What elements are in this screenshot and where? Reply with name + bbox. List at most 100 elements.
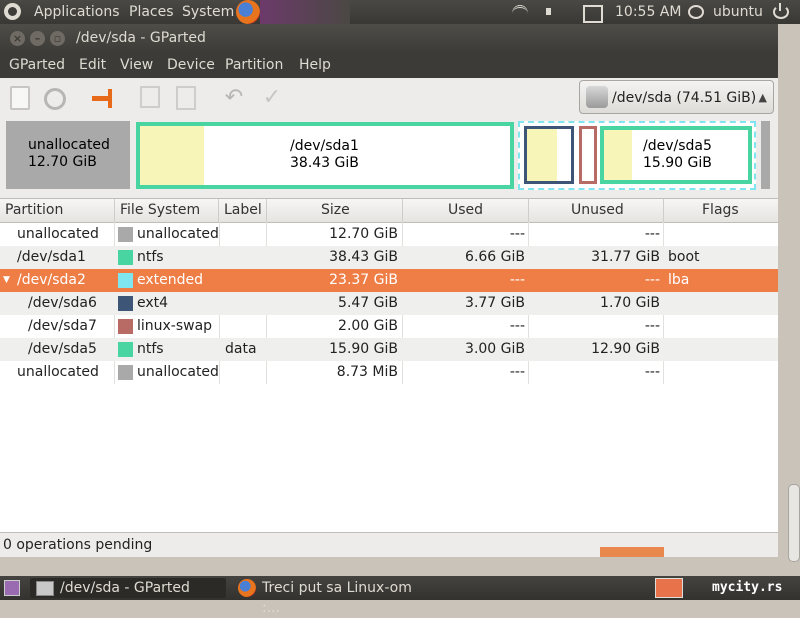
cell-unused: 31.77 GiB [591,249,660,265]
delete-icon[interactable] [44,88,66,110]
user-name[interactable]: ubuntu [713,0,763,24]
cell-filesystem: linux-swap [137,318,213,334]
table-row[interactable]: /dev/sda5 ntfs data 15.90 GiB 3.00 GiB 1… [0,338,778,361]
table-row[interactable]: unallocated unallocated 12.70 GiB --- --… [0,223,778,246]
cell-size: 12.70 GiB [329,226,398,242]
col-filesystem[interactable]: File System [115,199,219,222]
cell-size: 23.37 GiB [329,272,398,288]
disk-icon [586,86,608,108]
new-partition-icon[interactable] [10,86,30,110]
map-sda5-name: /dev/sda5 [643,138,712,154]
cell-partition: /dev/sda5 [28,341,97,357]
cell-partition: /dev/sda1 [17,249,86,265]
table-row-selected[interactable]: ▼ /dev/sda2 extended 23.37 GiB --- --- l… [0,269,778,292]
device-selector[interactable]: /dev/sda (74.51 GiB) ▲ [579,80,774,114]
table-row[interactable]: /dev/sda1 ntfs 38.43 GiB 6.66 GiB 31.77 … [0,246,778,269]
cell-filesystem: extended [137,272,204,288]
fs-color-swatch [118,365,133,380]
col-label[interactable]: Label [219,199,267,222]
cell-filesystem: ext4 [137,295,169,311]
mail-icon[interactable] [583,5,603,23]
fs-color-swatch [118,296,133,311]
volume-muted-icon[interactable] [546,5,562,19]
cell-unused: 12.90 GiB [591,341,660,357]
col-flags[interactable]: Flags [664,199,778,222]
fs-color-swatch [118,319,133,334]
paste-icon[interactable] [176,86,196,110]
apply-icon[interactable]: ✓ [260,86,284,110]
col-used[interactable]: Used [403,199,529,222]
wifi-icon[interactable] [512,5,528,22]
toolbar: ↶ ✓ /dev/sda (74.51 GiB) ▲ [0,78,778,118]
map-block-unallocated[interactable]: unallocated 12.70 GiB [6,121,130,189]
clock[interactable]: 10:55 AM [615,0,681,24]
menu-edit[interactable]: Edit [79,53,106,78]
workspace-switcher-icon[interactable] [655,578,683,598]
cell-size: 8.73 MiB [336,364,398,380]
cell-unused: --- [644,272,660,288]
apply-button-ghost [600,547,664,557]
scrollbar-thumb[interactable] [788,484,800,562]
partition-map: unallocated 12.70 GiB /dev/sda1 38.43 Gi… [0,118,778,198]
cell-size: 5.47 GiB [338,295,398,311]
menu-help[interactable]: Help [299,53,331,78]
cell-unused: --- [644,226,660,242]
cell-used: --- [509,272,525,288]
map-block-sda6[interactable] [524,126,574,184]
power-icon[interactable] [773,3,789,19]
cell-size: 15.90 GiB [329,341,398,357]
map-block-sda5[interactable]: /dev/sda5 15.90 GiB [600,126,752,184]
menu-partition[interactable]: Partition [225,53,283,78]
cell-unused: --- [644,318,660,334]
table-row[interactable]: /dev/sda6 ext4 5.47 GiB 3.77 GiB 1.70 Gi… [0,292,778,315]
used-space-bar [604,130,632,180]
watermark: mycity.rs [712,580,783,595]
map-block-sda7[interactable] [579,126,597,184]
fs-color-swatch [118,342,133,357]
ubuntu-logo-icon[interactable] [4,3,21,20]
map-block-sda1[interactable]: /dev/sda1 38.43 GiB [136,122,514,189]
gparted-icon [36,581,54,596]
minimize-icon[interactable]: – [30,31,45,46]
cell-used: 6.66 GiB [465,249,525,265]
cell-size: 2.00 GiB [338,318,398,334]
table-row[interactable]: unallocated unallocated 8.73 MiB --- --- [0,361,778,384]
partition-table: Partition File System Label Size Used Un… [0,198,778,533]
taskbar-browser[interactable]: Treci put sa Linux-om :... [232,578,432,616]
applications-menu[interactable]: Applications [34,0,120,24]
menu-view[interactable]: View [120,53,153,78]
close-icon[interactable]: × [10,31,25,46]
title-bar[interactable]: × – ▫ /dev/sda - GParted [0,24,778,53]
map-sda1-size: 38.43 GiB [290,155,359,171]
cell-flags: boot [668,249,700,265]
firefox-icon[interactable] [236,0,260,24]
resize-move-icon[interactable] [92,86,116,110]
col-size[interactable]: Size [267,199,403,222]
col-unused[interactable]: Unused [529,199,664,222]
copy-icon[interactable] [140,86,160,108]
menu-device[interactable]: Device [167,53,215,78]
map-unalloc-size: 12.70 GiB [28,154,97,170]
table-row[interactable]: /dev/sda7 linux-swap 2.00 GiB --- --- [0,315,778,338]
maximize-icon[interactable]: ▫ [50,31,65,46]
cell-used: 3.77 GiB [465,295,525,311]
map-block-unallocated-end[interactable] [761,121,770,189]
taskbar-gparted[interactable]: /dev/sda - GParted [30,578,226,598]
gparted-window: × – ▫ /dev/sda - GParted GParted Edit Vi… [0,24,778,557]
cell-size: 38.43 GiB [329,249,398,265]
undo-icon[interactable]: ↶ [222,86,246,110]
expander-down-icon[interactable]: ▼ [3,269,10,292]
menu-gparted[interactable]: GParted [9,53,65,78]
cell-unused: --- [644,364,660,380]
status-text: 0 operations pending [3,537,153,553]
show-desktop-icon[interactable] [4,580,20,596]
places-menu[interactable]: Places [129,0,174,24]
used-space-bar [140,126,204,185]
bottom-panel: /dev/sda - GParted Treci put sa Linux-om… [0,576,800,616]
panel-decoration [260,0,350,24]
window-title: /dev/sda - GParted [76,30,206,46]
cell-partition: /dev/sda6 [28,295,97,311]
cell-filesystem: ntfs [137,341,164,357]
col-partition[interactable]: Partition [0,199,115,222]
system-menu[interactable]: System [182,0,234,24]
